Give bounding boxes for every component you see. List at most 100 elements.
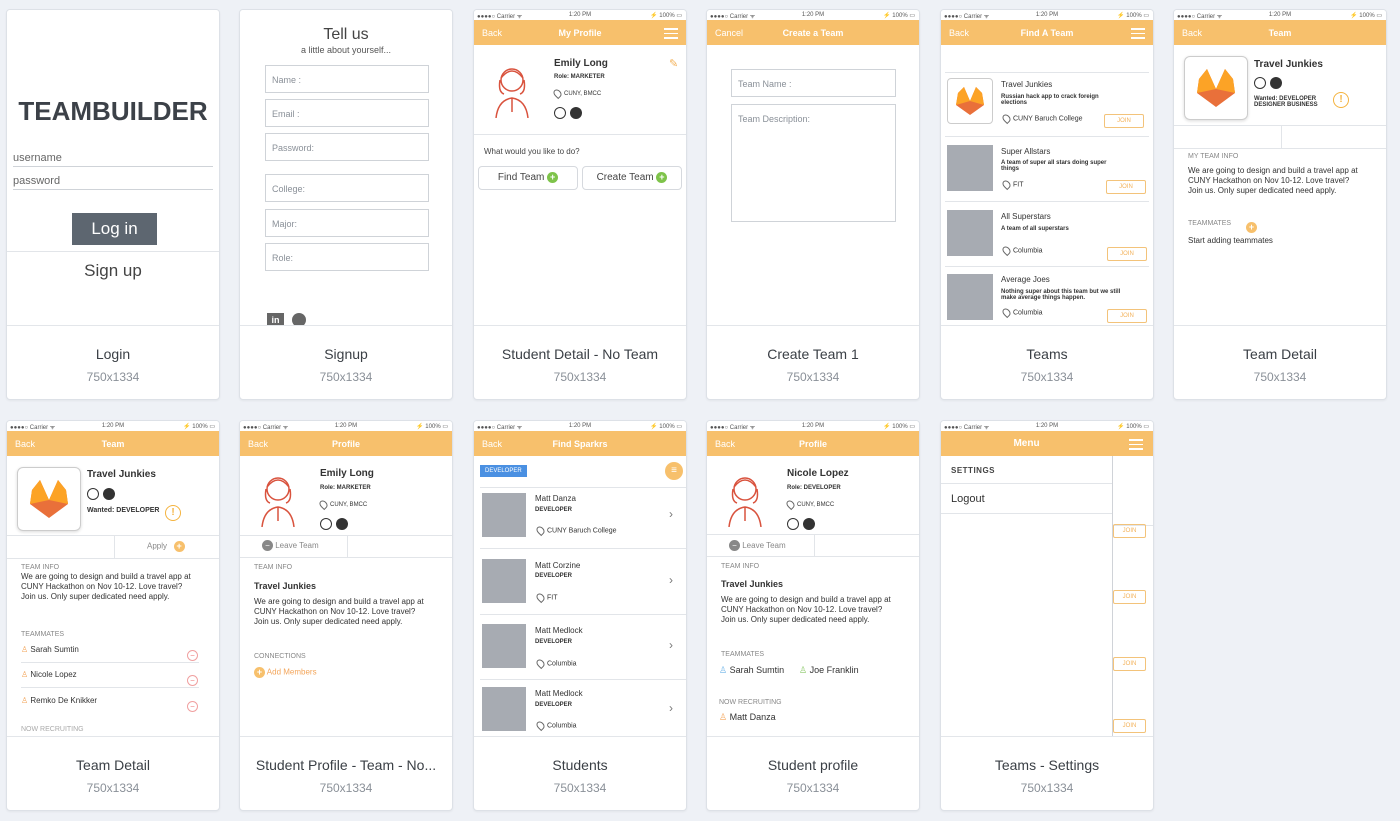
- artboard-student-detail[interactable]: ●●●●○ Carrier ᯤ 1:20 PM ⚡ 100% ▭ Back My P…: [473, 9, 687, 400]
- team-links: [1254, 74, 1282, 92]
- team-name-field[interactable]: Team Name :: [731, 69, 896, 97]
- nav-bar: Back Find A Team: [941, 20, 1153, 45]
- globe-icon[interactable]: [320, 517, 332, 530]
- now-recruiting-label: NOW RECRUITING: [719, 699, 782, 706]
- globe-icon[interactable]: [787, 517, 799, 530]
- team-description-field[interactable]: Team Description:: [731, 104, 896, 222]
- github-icon[interactable]: [336, 517, 348, 530]
- join-button[interactable]: JOIN: [1113, 657, 1146, 671]
- teammate-item[interactable]: ♙ Remko De Knikker: [21, 696, 97, 705]
- menu-icon[interactable]: [664, 28, 678, 39]
- menu-icon[interactable]: [1131, 28, 1145, 39]
- team-name: All Superstars: [1001, 212, 1051, 221]
- college-field[interactable]: College:: [265, 174, 429, 202]
- student-photo-placeholder: [482, 493, 526, 537]
- artboard-student-profile[interactable]: ●●●●○ Carrier ᯤ 1:20 PM ⚡ 100% ▭ Back Prof…: [706, 420, 920, 811]
- location-icon: [784, 498, 797, 511]
- username-field[interactable]: username: [13, 152, 213, 167]
- artboard-login[interactable]: TEAMBUILDER username password Log in Sig…: [6, 9, 220, 400]
- artboard-students[interactable]: ●●●●○ Carrier ᯤ 1:20 PM ⚡ 100% ▭ Back Find…: [473, 420, 687, 811]
- leave-team-button[interactable]: − Leave Team: [262, 540, 319, 551]
- password-field[interactable]: Password:: [265, 133, 429, 161]
- remove-icon[interactable]: −: [187, 696, 198, 714]
- remove-icon[interactable]: −: [187, 645, 198, 663]
- join-button[interactable]: JOIN: [1113, 590, 1146, 604]
- artboard-team-detail[interactable]: ●●●●○ Carrier ᯤ 1:20 PM ⚡ 100% ▭ Back Team…: [1173, 9, 1387, 400]
- location-icon: [551, 87, 564, 100]
- menu-icon[interactable]: [1129, 439, 1143, 450]
- github-icon[interactable]: [803, 517, 815, 530]
- join-button[interactable]: JOIN: [1113, 524, 1146, 538]
- avatar-icon: [728, 477, 762, 527]
- teammate-item[interactable]: ♙ Nicole Lopez: [21, 670, 77, 679]
- artboard-caption: Teams 750x1334: [941, 325, 1153, 399]
- major-field[interactable]: Major:: [265, 209, 429, 237]
- artboard-team-detail-2[interactable]: ●●●●○ Carrier ᯤ 1:20 PM ⚡ 100% ▭ Back Team…: [6, 420, 220, 811]
- teammate-item[interactable]: ♙ Sarah Sumtin: [719, 665, 784, 676]
- warning-icon[interactable]: !: [1333, 89, 1349, 108]
- artboard-size: 750x1334: [86, 781, 140, 795]
- team-name: Average Joes: [1001, 275, 1050, 284]
- chevron-right-icon[interactable]: ›: [669, 507, 673, 521]
- teammate-item[interactable]: ♙ Joe Franklin: [799, 665, 859, 676]
- join-button[interactable]: JOIN: [1106, 180, 1146, 194]
- github-icon[interactable]: [1270, 76, 1282, 89]
- password-field[interactable]: password: [13, 175, 213, 190]
- chevron-right-icon[interactable]: ›: [669, 638, 673, 652]
- profile-links: [320, 515, 348, 533]
- globe-icon[interactable]: [554, 106, 566, 119]
- artboard-teams-settings[interactable]: ●●●●○ Carrier ᯤ 1:20 PM ⚡ 100% ▭ Menu SETT…: [940, 420, 1154, 811]
- leave-team-button[interactable]: − Leave Team: [729, 540, 786, 551]
- github-icon[interactable]: [292, 313, 306, 325]
- globe-icon[interactable]: [87, 487, 99, 500]
- github-icon[interactable]: [570, 106, 582, 119]
- artboard-caption: Signup 750x1334: [240, 325, 452, 399]
- artboard-size: 750x1334: [86, 370, 140, 384]
- remove-icon[interactable]: −: [187, 670, 198, 688]
- team-info-text: We are going to design and build a trave…: [21, 572, 191, 601]
- location-icon: [317, 498, 330, 511]
- add-teammate-icon[interactable]: +: [1246, 219, 1257, 237]
- find-team-button[interactable]: Find Team +: [478, 166, 578, 190]
- nav-bar: Cancel Create a Team: [707, 20, 919, 45]
- logout-menu-item[interactable]: Logout: [951, 493, 985, 505]
- artboard-create-team[interactable]: ●●●●○ Carrier ᯤ 1:20 PM ⚡ 100% ▭ Cancel Cr…: [706, 9, 920, 400]
- globe-icon[interactable]: [1254, 76, 1266, 89]
- apply-button[interactable]: Apply +: [147, 541, 185, 552]
- minus-icon: −: [262, 540, 273, 551]
- linkedin-icon[interactable]: in: [267, 313, 284, 325]
- team-name-link[interactable]: Travel Junkies: [254, 581, 316, 591]
- team-name-link[interactable]: Travel Junkies: [721, 579, 783, 589]
- artboard-caption: Student profile 750x1334: [707, 736, 919, 810]
- artboard-title: Student profile: [767, 757, 859, 773]
- github-icon[interactable]: [103, 487, 115, 500]
- signup-link[interactable]: Sign up: [7, 261, 219, 281]
- name-field[interactable]: Name :: [265, 65, 429, 93]
- status-bar: ●●●●○ Carrier ᯤ 1:20 PM ⚡ 100% ▭: [240, 421, 452, 431]
- team-links: [87, 485, 115, 503]
- add-members-button[interactable]: + Add Members: [254, 667, 317, 678]
- filter-icon[interactable]: ≡: [665, 462, 683, 480]
- role-field[interactable]: Role:: [265, 243, 429, 271]
- artboard-teams[interactable]: ●●●●○ Carrier ᯤ 1:20 PM ⚡ 100% ▭ Back Find…: [940, 9, 1154, 400]
- artboard-title: Teams: [1026, 346, 1068, 362]
- artboard-signup[interactable]: Tell us a little about yourself... Name …: [239, 9, 453, 400]
- chevron-right-icon[interactable]: ›: [669, 573, 673, 587]
- join-button[interactable]: JOIN: [1104, 114, 1144, 128]
- filter-tag[interactable]: DEVELOPER: [480, 465, 527, 477]
- recruit-item[interactable]: ♙ Matt Danza: [719, 712, 776, 723]
- teammate-item[interactable]: ♙ Sarah Sumtin: [21, 645, 79, 654]
- artboard-student-profile-team[interactable]: ●●●●○ Carrier ᯤ 1:20 PM ⚡ 100% ▭ Back Prof…: [239, 420, 453, 811]
- join-button[interactable]: JOIN: [1107, 247, 1147, 261]
- artboard-caption: Student Detail - No Team 750x1334: [474, 325, 686, 399]
- chevron-right-icon[interactable]: ›: [669, 701, 673, 715]
- artboard-title: Team Detail: [76, 757, 150, 773]
- nav-title: Find A Team: [1020, 28, 1074, 38]
- login-button[interactable]: Log in: [72, 213, 157, 245]
- join-button[interactable]: JOIN: [1107, 309, 1147, 323]
- email-field[interactable]: Email :: [265, 99, 429, 127]
- warning-icon[interactable]: !: [165, 502, 181, 521]
- join-button[interactable]: JOIN: [1113, 719, 1146, 733]
- create-team-button[interactable]: Create Team +: [582, 166, 682, 190]
- edit-icon[interactable]: ✎: [669, 57, 678, 70]
